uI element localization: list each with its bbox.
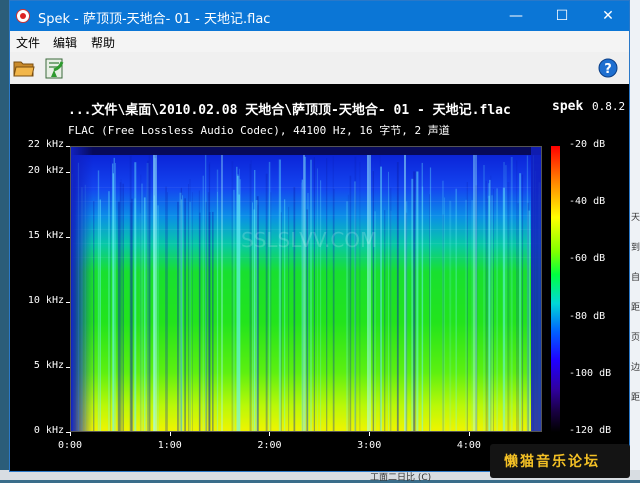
close-button[interactable]: ✕ — [585, 1, 631, 31]
spectrogram-graphic: SSLSLVV.COM — [71, 147, 541, 431]
desktop-text: 页 — [631, 333, 640, 343]
menu-bar: 文件 编辑 帮助 — [10, 31, 629, 53]
spectrogram-view: ...文件\桌面\2010.02.08 天地合\萨顶顶-天地合- 01 - 天地… — [10, 84, 629, 471]
svg-text:?: ? — [604, 62, 612, 77]
file-path-title: ...文件\桌面\2010.02.08 天地合\萨顶顶-天地合- 01 - 天地… — [68, 103, 511, 118]
db-tick-label: -80 dB — [569, 310, 606, 322]
desktop-text: 到 — [631, 243, 640, 253]
desktop-text: 距 — [631, 393, 640, 403]
x-tick-label: 0:00 — [58, 440, 83, 451]
y-tick-label: 20 kHz — [27, 165, 64, 176]
title-bar[interactable]: Spek - 萨顶顶-天地合- 01 - 天地记.flac — ☐ ✕ — [10, 1, 629, 31]
y-tick-label: 5 kHz — [33, 360, 64, 371]
maximize-button[interactable]: ☐ — [539, 1, 585, 31]
x-tick — [169, 432, 171, 436]
y-tick-label: 22 kHz — [27, 139, 64, 150]
save-export-icon[interactable] — [43, 57, 65, 79]
desktop-text: 距 — [631, 303, 640, 313]
stream-description: FLAC (Free Lossless Audio Codec), 44100 … — [68, 124, 450, 137]
x-tick — [369, 432, 371, 436]
db-tick-label: -40 dB — [569, 196, 606, 208]
window-title: Spek - 萨顶顶-天地合- 01 - 天地记.flac — [38, 12, 271, 27]
y-tick-label: 15 kHz — [27, 230, 64, 241]
app-name: spek — [552, 99, 584, 114]
spectrogram-image: SSLSLVV.COM — [70, 146, 542, 432]
x-tick-label: 1:00 — [157, 440, 182, 451]
menu-file[interactable]: 文件 — [16, 34, 40, 51]
desktop-left-edge — [0, 0, 9, 480]
db-tick-label: -20 dB — [569, 139, 606, 150]
x-tick-label: 4:00 — [456, 440, 481, 451]
db-tick-label: -100 dB — [569, 367, 612, 379]
x-tick-label: 2:00 — [257, 440, 282, 451]
folder-open-icon[interactable] — [13, 58, 35, 78]
x-tick — [468, 432, 470, 436]
minimize-button[interactable]: — — [493, 1, 539, 31]
menu-help[interactable]: 帮助 — [91, 34, 115, 51]
desktop-text: 边 — [631, 363, 640, 373]
help-icon[interactable]: ? — [598, 58, 618, 78]
y-tick-label: 10 kHz — [27, 295, 64, 306]
x-tick-label: 3:00 — [357, 440, 382, 451]
db-tick-label: -60 dB — [569, 253, 606, 265]
db-color-scale — [551, 146, 560, 432]
menu-edit[interactable]: 编辑 — [53, 34, 77, 51]
db-tick-label: -120 dB — [569, 425, 612, 436]
desktop-text: 天 — [631, 213, 640, 223]
y-tick-label: 0 kHz — [33, 425, 64, 436]
image-watermark: SSLSLVV.COM — [241, 228, 377, 252]
forum-watermark-text: 懒猫音乐论坛 — [504, 454, 600, 470]
desktop-text: 自 — [631, 273, 640, 283]
spek-window: Spek - 萨顶顶-天地合- 01 - 天地记.flac — ☐ ✕ 文件 编… — [9, 0, 630, 472]
forum-watermark: 懒猫音乐论坛 — [490, 444, 630, 478]
x-tick — [70, 432, 71, 436]
toolbar: ? — [10, 52, 629, 84]
desktop-right-edge: 天 到 自 距 页 边 距 — [630, 0, 640, 480]
spek-app-icon — [16, 9, 30, 23]
x-tick — [269, 432, 271, 436]
app-version: 0.8.2 — [592, 100, 626, 113]
